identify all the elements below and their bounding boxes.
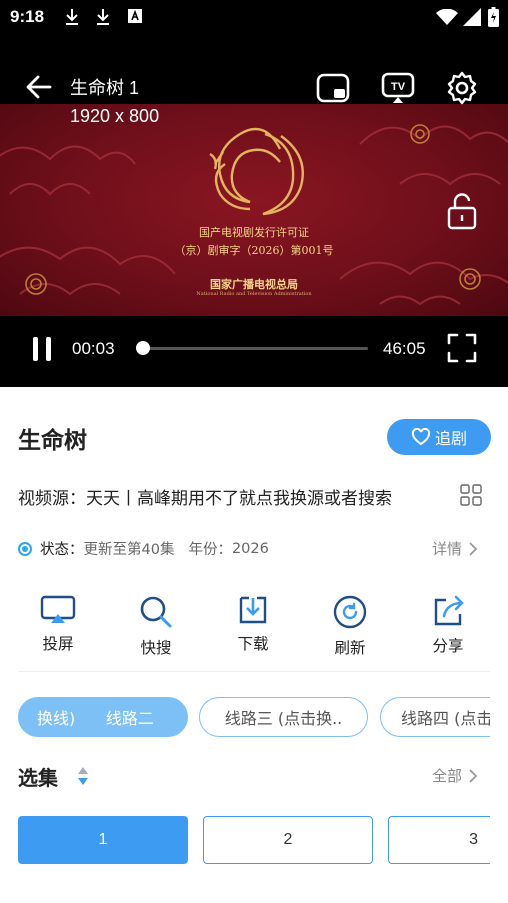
heart-icon bbox=[411, 428, 431, 446]
sort-icon[interactable] bbox=[76, 765, 90, 787]
status-value: 更新至第40集 bbox=[83, 542, 175, 558]
share-label: 分享 bbox=[432, 637, 464, 655]
battery-icon bbox=[488, 7, 499, 27]
line-chip[interactable]: 线路三 (点击换.. bbox=[199, 697, 368, 737]
picture-in-picture-icon[interactable] bbox=[315, 70, 351, 106]
line-chip-active[interactable]: 换线) 线路二 bbox=[18, 697, 188, 737]
video-player[interactable]: 国产电视剧发行许可证 （京）剧审字（2026）第001号 国家广播电视总局 Na… bbox=[0, 36, 508, 387]
tv-cast-icon[interactable]: TV bbox=[380, 70, 416, 106]
download-notification-icon bbox=[97, 9, 109, 25]
download-notification-icon bbox=[66, 9, 78, 25]
all-episodes-link[interactable]: 全部 bbox=[432, 765, 478, 786]
resolution-label: 1920 x 800 bbox=[70, 106, 160, 126]
cast-icon bbox=[40, 595, 76, 623]
seek-thumb[interactable] bbox=[136, 341, 150, 355]
status-label: 状态： bbox=[40, 542, 84, 558]
status-indicator-icon bbox=[18, 541, 32, 556]
search-icon bbox=[140, 596, 172, 628]
grid-icon[interactable] bbox=[460, 484, 482, 506]
episode-button[interactable]: 3 bbox=[388, 816, 490, 864]
status-row: 状态： 更新至第40集 年份： 2026 bbox=[18, 538, 269, 559]
agency-english: National Radio and Television Administra… bbox=[196, 291, 312, 297]
episode-number: 3 bbox=[469, 831, 478, 848]
show-title: 生命树 bbox=[18, 428, 87, 454]
follow-label: 追剧 bbox=[434, 429, 467, 448]
download-button[interactable]: 下载 bbox=[213, 594, 293, 658]
share-button[interactable]: 分享 bbox=[408, 594, 488, 658]
wifi-icon bbox=[436, 9, 458, 25]
line-chip-label: 线路三 (点击换.. bbox=[224, 709, 343, 728]
refresh-label: 刷新 bbox=[334, 639, 366, 657]
back-arrow-icon[interactable] bbox=[24, 72, 54, 102]
line-chip-label: 线路四 (点击 bbox=[401, 709, 490, 728]
current-time: 00:03 bbox=[72, 339, 115, 358]
download-icon bbox=[239, 596, 267, 624]
video-source[interactable]: 视频源：天天丨高峰期用不了就点我换源或者搜索 bbox=[18, 484, 392, 509]
quick-search-label: 快搜 bbox=[140, 639, 172, 657]
refresh-icon bbox=[333, 595, 367, 629]
all-label: 全部 bbox=[432, 767, 463, 785]
pause-icon[interactable] bbox=[30, 336, 54, 362]
fullscreen-icon[interactable] bbox=[446, 332, 478, 364]
episodes-header: 选集 bbox=[18, 766, 58, 790]
year-value: 2026 bbox=[231, 540, 269, 557]
year-label: 年份： bbox=[188, 542, 232, 558]
episode-number: 2 bbox=[283, 831, 293, 848]
cast-button[interactable]: 投屏 bbox=[18, 594, 98, 658]
status-bar: 9:18 bbox=[0, 0, 508, 36]
seek-bar[interactable] bbox=[142, 347, 368, 350]
share-icon bbox=[434, 595, 464, 626]
keyboard-notification-icon bbox=[128, 9, 142, 23]
episode-button-active[interactable]: 1 bbox=[18, 816, 188, 864]
player-controls: 00:03 46:05 bbox=[0, 326, 508, 370]
quick-search-button[interactable]: 快搜 bbox=[116, 594, 196, 658]
follow-button[interactable]: 追剧 bbox=[387, 419, 491, 455]
episode-number: 1 bbox=[98, 831, 108, 848]
video-title: 生命树 1 bbox=[70, 78, 140, 98]
unlock-icon[interactable] bbox=[446, 192, 478, 230]
license-code: （京）剧审字（2026）第001号 bbox=[174, 244, 334, 257]
signal-icon bbox=[463, 8, 481, 26]
chevron-right-icon bbox=[469, 768, 478, 783]
divider bbox=[18, 671, 490, 672]
detail-link[interactable]: 详情 bbox=[432, 538, 478, 559]
status-time: 9:18 bbox=[10, 7, 45, 26]
download-label: 下载 bbox=[237, 635, 269, 653]
video-frame[interactable]: 国产电视剧发行许可证 （京）剧审字（2026）第001号 国家广播电视总局 Na… bbox=[0, 104, 508, 316]
refresh-button[interactable]: 刷新 bbox=[310, 594, 390, 658]
svg-text:TV: TV bbox=[391, 81, 406, 93]
license-number: 国产电视剧发行许可证 bbox=[199, 226, 309, 239]
agency-name: 国家广播电视总局 bbox=[210, 278, 298, 291]
chevron-right-icon bbox=[469, 541, 478, 556]
line-chip[interactable]: 线路四 (点击 bbox=[380, 697, 490, 737]
settings-gear-icon[interactable] bbox=[444, 70, 480, 106]
detail-label: 详情 bbox=[432, 540, 463, 558]
cast-label: 投屏 bbox=[42, 635, 74, 653]
player-topbar: 生命树 1 TV bbox=[0, 70, 508, 106]
total-time: 46:05 bbox=[383, 339, 426, 358]
line-chip-label: 换线) 线路二 bbox=[37, 709, 154, 728]
episode-button[interactable]: 2 bbox=[203, 816, 373, 864]
